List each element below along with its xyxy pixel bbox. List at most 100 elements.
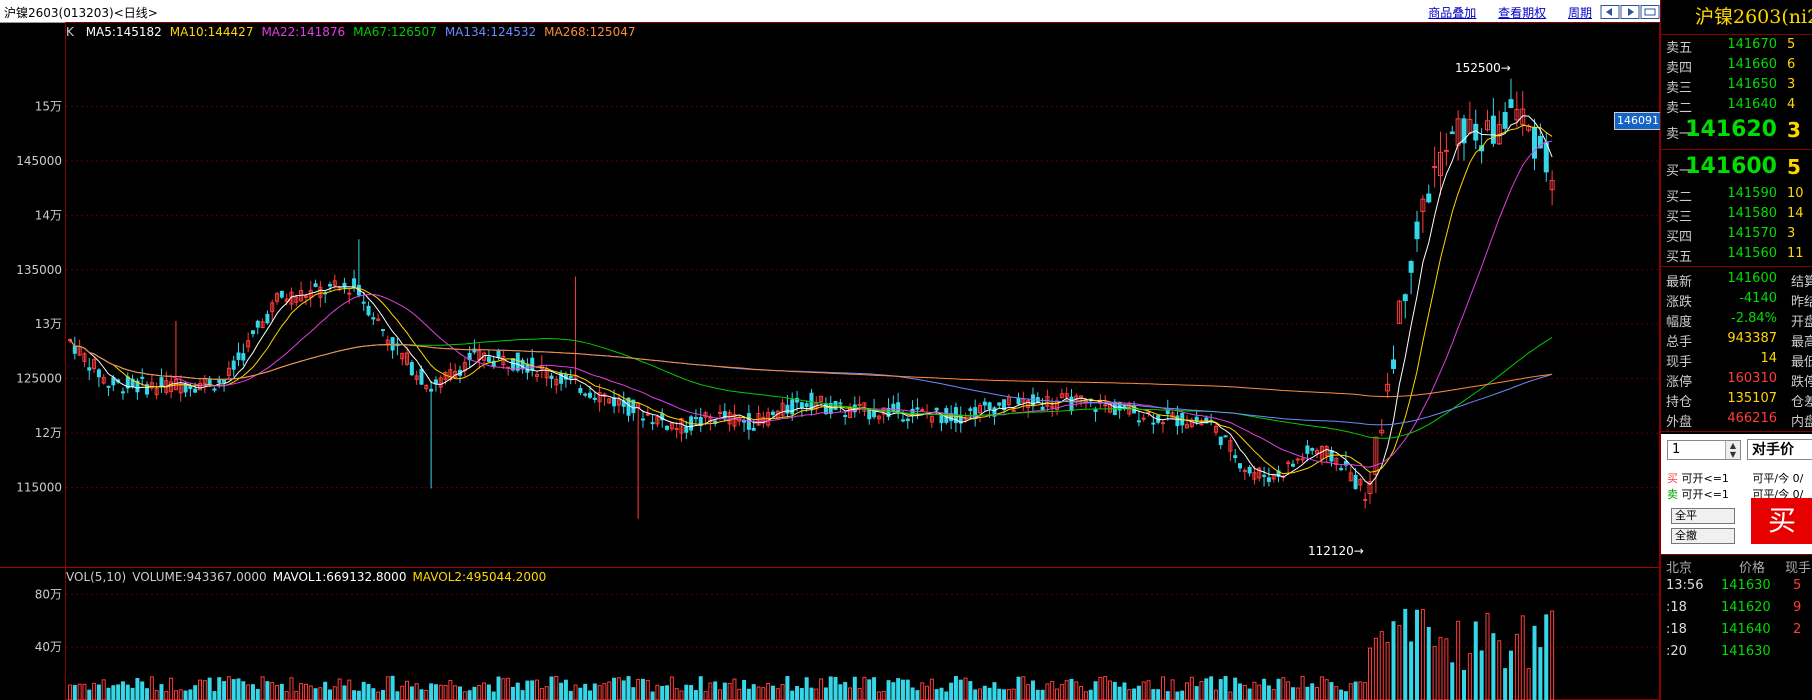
close-all-button[interactable]: 全平 [1671, 508, 1735, 524]
tick-qty: 2 [1793, 622, 1802, 637]
bid-row[interactable]: 买四 141570 3 [1661, 224, 1812, 245]
candle-body [968, 408, 973, 411]
stat-row[interactable]: 持仓 135107 仓差 [1661, 389, 1812, 410]
volume-bar [785, 676, 790, 700]
volume-bar [742, 679, 747, 700]
stat-row[interactable]: 涨跌 -4140 昨结 [1661, 289, 1812, 310]
stat-row[interactable]: 外盘 466216 内盘 [1661, 409, 1812, 430]
volume-bar [347, 679, 352, 700]
tick-row[interactable]: :18 141620 9 [1661, 597, 1812, 619]
chart-frame [65, 22, 1660, 700]
window-nav-icons[interactable] [1600, 5, 1660, 19]
volume-bar [790, 690, 795, 700]
volume-bar [573, 684, 578, 700]
ask-row[interactable]: 卖四 141660 6 [1661, 55, 1812, 76]
bid-row[interactable]: 买二 141590 10 [1661, 184, 1812, 205]
tick-time: :18 [1666, 622, 1687, 637]
stat-row[interactable]: 涨停 160310 跌停 [1661, 369, 1812, 390]
volume-bar [852, 676, 857, 700]
ask-row[interactable]: 卖三 141650 3 [1661, 75, 1812, 96]
candle-body [352, 278, 357, 288]
kline-chart[interactable]: 15万 145000 14万 135000 13万 125000 12万 115000 80万 4… [0, 22, 1662, 700]
volume-bar [1165, 691, 1170, 700]
chart-title-bar: 沪镍2603(013203)<日线> 商品叠加 查看期权 周期 [0, 0, 1660, 23]
candle-body [785, 404, 790, 414]
volume-bar [212, 691, 217, 700]
candle-body [265, 313, 270, 324]
volume-bar [1379, 631, 1384, 700]
stat-row[interactable]: 总手 943387 最高 [1661, 329, 1812, 350]
candle-body [140, 376, 145, 379]
volume-bar [246, 684, 251, 700]
volume-bar [1353, 681, 1358, 700]
buy-button[interactable]: 买 [1751, 498, 1812, 544]
volume-bar [313, 688, 318, 700]
volume-bar [722, 682, 727, 700]
price-type-select[interactable]: 对手价 [1747, 439, 1812, 460]
link-view-options[interactable]: 查看期权 [1498, 6, 1546, 20]
volume-bar [872, 677, 877, 700]
volume-bar [621, 680, 626, 700]
order-divider [1661, 431, 1812, 432]
candle-body [804, 403, 809, 407]
ask-1-row[interactable]: 卖一 141620 3 [1661, 115, 1812, 147]
volume-bar [1141, 681, 1146, 700]
candle-body [313, 283, 318, 287]
volume-bar [708, 682, 713, 700]
volume-bar [982, 685, 987, 700]
stat-row[interactable]: 最新 141600 结算 [1661, 269, 1812, 290]
bid-row[interactable]: 买五 141560 11 [1661, 244, 1812, 265]
link-overlay-commodity[interactable]: 商品叠加 [1428, 6, 1476, 20]
candle-body [380, 329, 385, 332]
tick-row[interactable]: 13:56 141630 5 [1661, 575, 1812, 597]
volume-bar [453, 685, 458, 700]
volume-bar [1368, 647, 1372, 700]
candle-body [96, 369, 101, 378]
ticks-header: 北京 价格 现手 [1661, 554, 1812, 576]
volume-bar [1266, 685, 1271, 700]
quantity-input[interactable]: 1 ▲ ▼ [1667, 440, 1741, 460]
tick-row[interactable]: :18 141640 2 [1661, 619, 1812, 641]
bid-row[interactable]: 买三 141580 14 [1661, 204, 1812, 225]
stat-value: 160310 [1727, 371, 1777, 386]
candle-body [279, 290, 284, 298]
volume-bar [549, 676, 554, 700]
stat-row[interactable]: 幅度 -2.84% 开盘 [1661, 309, 1812, 330]
ask-price: 141670 [1727, 37, 1777, 52]
price-tick-label: 145000 [16, 154, 62, 168]
candle-body [934, 407, 939, 411]
candle-body [1490, 115, 1496, 144]
candle-body [1247, 466, 1252, 474]
price-tick-label: 15万 [35, 99, 62, 113]
candle-body [429, 388, 434, 392]
link-period[interactable]: 周期 [1568, 6, 1592, 20]
volume-bar [655, 684, 660, 700]
volume-bar [1276, 678, 1281, 700]
buy-availability: 买 可开<=1 可平/今 0/ [1667, 470, 1803, 486]
volume-legend-item: VOL(5,10) [66, 570, 127, 584]
ask-row[interactable]: 卖二 141640 4 [1661, 95, 1812, 116]
tick-price: 141630 [1721, 578, 1771, 593]
volume-bar [727, 683, 732, 700]
stat-row[interactable]: 现手 14 最低 [1661, 349, 1812, 370]
volume-bar [443, 684, 448, 700]
volume-bar [1021, 676, 1026, 700]
volume-bar [400, 685, 405, 700]
volume-bar [1315, 687, 1320, 700]
quantity-spinner-icon[interactable]: ▲ ▼ [1725, 441, 1740, 459]
volume-bar [751, 684, 756, 700]
candle-body [1443, 149, 1449, 152]
tick-row[interactable]: :20 141630 [1661, 641, 1812, 663]
bid-1-row[interactable]: 买一 141600 5 [1661, 152, 1812, 184]
title-links: 商品叠加 查看期权 周期 [1410, 4, 1592, 21]
cancel-all-button[interactable]: 全撤 [1671, 528, 1735, 544]
candle-body [823, 403, 828, 415]
bid-1-price: 141600 [1685, 154, 1777, 179]
candle-body [997, 402, 1002, 406]
ask-row[interactable]: 卖五 141670 5 [1661, 35, 1812, 56]
candle-body [1408, 261, 1414, 273]
volume-bar [592, 683, 597, 700]
candle-body [905, 418, 910, 422]
volume-tick-label: 40万 [35, 640, 62, 654]
stat-value: -2.84% [1731, 311, 1777, 326]
